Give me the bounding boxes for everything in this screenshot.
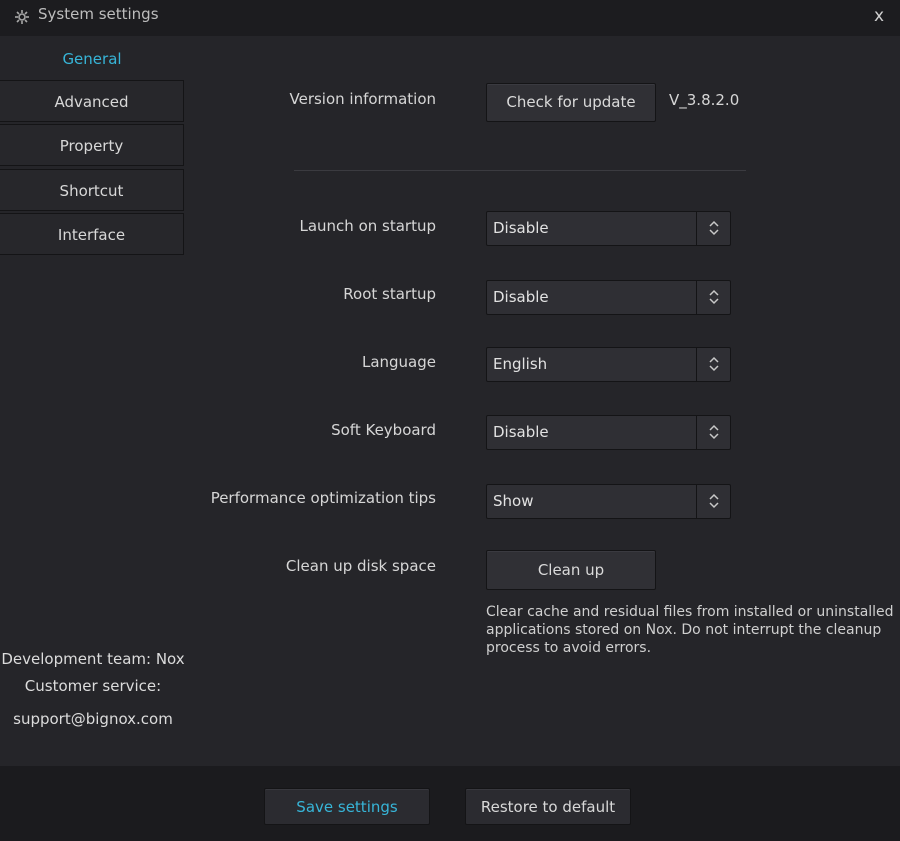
root-startup-select[interactable]: Disable	[486, 280, 731, 315]
gear-icon	[14, 9, 30, 25]
support-email[interactable]: support@bignox.com	[0, 710, 186, 728]
check-update-button[interactable]: Check for update	[486, 83, 656, 122]
sidebar-item-property[interactable]: Property	[0, 124, 184, 166]
dev-team-text: Development team: Nox	[1, 650, 185, 668]
root-startup-value: Disable	[493, 288, 549, 306]
language-select[interactable]: English	[486, 347, 731, 382]
divider	[294, 170, 746, 171]
performance-tips-select[interactable]: Show	[486, 484, 731, 519]
sidebar-item-general[interactable]: General	[0, 38, 184, 80]
save-settings-button[interactable]: Save settings	[264, 788, 430, 825]
close-icon[interactable]: x	[868, 4, 890, 28]
window-title: System settings	[38, 5, 159, 23]
footer-bar: Save settings Restore to default	[0, 766, 900, 841]
language-label: Language	[361, 353, 436, 371]
launch-startup-value: Disable	[493, 219, 549, 237]
title-bar: System settings x	[0, 0, 900, 36]
customer-service-label: Customer service:	[24, 677, 162, 695]
version-value: V_3.8.2.0	[669, 91, 740, 109]
launch-startup-label: Launch on startup	[299, 217, 436, 235]
restore-default-button[interactable]: Restore to default	[465, 788, 631, 825]
soft-keyboard-value: Disable	[493, 423, 549, 441]
up-down-chevron-icon[interactable]	[696, 212, 730, 245]
sidebar-item-interface[interactable]: Interface	[0, 213, 184, 255]
sidebar-item-shortcut[interactable]: Shortcut	[0, 169, 184, 211]
cleanup-label: Clean up disk space	[285, 557, 436, 575]
up-down-chevron-icon[interactable]	[696, 281, 730, 314]
sidebar-item-advanced[interactable]: Advanced	[0, 80, 184, 122]
up-down-chevron-icon[interactable]	[696, 485, 730, 518]
cleanup-button[interactable]: Clean up	[486, 550, 656, 590]
root-startup-label: Root startup	[343, 285, 436, 303]
soft-keyboard-label: Soft Keyboard	[331, 421, 436, 439]
cleanup-description: Clear cache and residual files from inst…	[486, 604, 894, 656]
performance-tips-value: Show	[493, 492, 534, 510]
general-settings-panel: Version information Check for update V_3…	[186, 36, 900, 766]
version-label: Version information	[289, 90, 437, 108]
soft-keyboard-select[interactable]: Disable	[486, 415, 731, 450]
language-value: English	[493, 355, 548, 373]
launch-startup-select[interactable]: Disable	[486, 211, 731, 246]
up-down-chevron-icon[interactable]	[696, 348, 730, 381]
sidebar: General Advanced Property Shortcut Inter…	[0, 36, 186, 766]
up-down-chevron-icon[interactable]	[696, 416, 730, 449]
performance-tips-label: Performance optimization tips	[210, 489, 436, 507]
